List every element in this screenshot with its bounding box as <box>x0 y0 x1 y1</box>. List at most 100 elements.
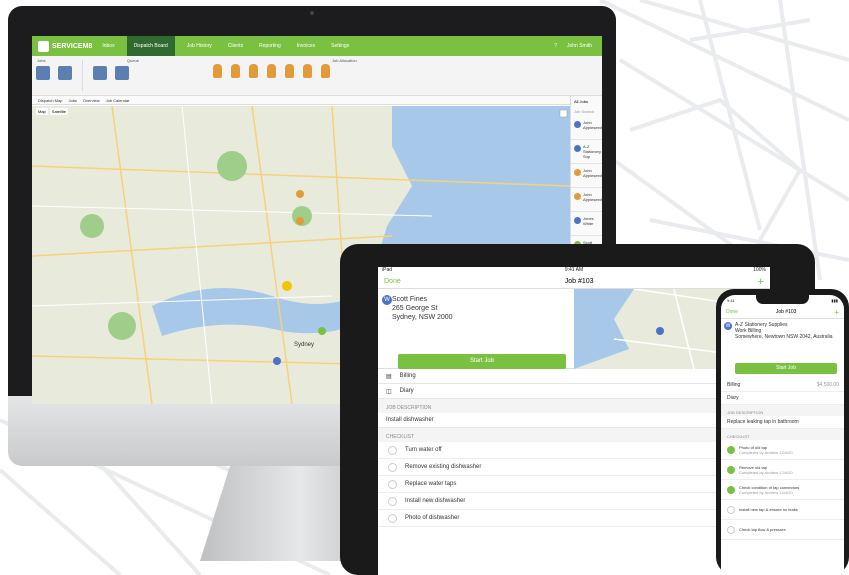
map-mode-satellite[interactable]: Satellite <box>49 108 69 115</box>
section-heading: CHECKLIST <box>721 429 844 440</box>
new-job-button[interactable] <box>36 66 50 80</box>
checkbox-icon[interactable] <box>727 505 735 514</box>
billing-row[interactable]: Billing $4,500.00 <box>721 379 844 392</box>
diary-row[interactable]: ◫ Diary <box>378 384 770 399</box>
start-job-button[interactable]: Start Job <box>735 363 837 374</box>
checklist-item[interactable]: Remove existing dishwasher <box>378 459 770 476</box>
nav-inbox[interactable]: Inbox <box>98 43 118 49</box>
list-item[interactable]: A-Z Stationery Sup <box>571 140 602 164</box>
checklist-item[interactable]: Replace water taps <box>378 476 770 493</box>
nav-reporting[interactable]: Reporting <box>255 43 285 49</box>
staff-avatar[interactable] <box>321 64 330 78</box>
user-menu[interactable]: John Smith <box>567 43 592 49</box>
checkbox-icon[interactable] <box>727 525 735 534</box>
camera <box>310 11 314 15</box>
section-heading: JOB DESCRIPTION <box>721 405 844 416</box>
job-description[interactable]: Replace leaking tap in bathroom <box>721 416 844 429</box>
tab-jobs[interactable]: Jobs <box>68 98 76 103</box>
checklist-item[interactable]: Install new tap & ensure no leaks <box>721 500 844 520</box>
ribbon-section-jobs: Jobs <box>37 58 46 63</box>
view-tabs: Dispatch Map Jobs Overview Job Calendar <box>32 96 602 105</box>
start-job-button[interactable]: Start Job <box>398 354 566 369</box>
list-item[interactable]: John Appleseed <box>571 188 602 212</box>
nav-invoices[interactable]: Invoices <box>293 43 319 49</box>
status-dot <box>574 217 581 224</box>
staff-avatar[interactable] <box>267 64 276 78</box>
check-icon[interactable] <box>727 465 735 474</box>
job-description[interactable]: Install dishwasher <box>378 413 770 428</box>
billing-row[interactable]: ▤ Billing <box>378 369 770 384</box>
diary-icon: ◫ <box>386 388 392 395</box>
ribbon-section-allocation: Job Allocation <box>332 58 357 63</box>
page-title: Job #103 <box>775 309 797 315</box>
check-icon[interactable] <box>727 445 735 454</box>
customer-address: Somewhere, Newtown NSW 2042, Australia <box>735 334 833 340</box>
diary-row[interactable]: Diary <box>721 392 844 405</box>
status-bar: iPad 9:41 AM 100% <box>382 267 766 273</box>
edit-job-button[interactable] <box>58 66 72 80</box>
section-heading: JOB DESCRIPTION <box>378 399 770 413</box>
nav-header: Done Job #103 + <box>721 306 844 319</box>
notch <box>756 295 809 304</box>
checkbox-icon[interactable] <box>388 513 397 523</box>
staff-avatar[interactable] <box>303 64 312 78</box>
status-dot <box>574 145 581 152</box>
nav-job-history[interactable]: Job History <box>183 43 216 49</box>
checkbox-icon[interactable] <box>388 462 397 472</box>
avatar: W <box>382 295 392 305</box>
staff-avatar[interactable] <box>231 64 240 78</box>
list-item[interactable]: John Appleseed <box>571 164 602 188</box>
queue-button[interactable] <box>93 66 107 80</box>
map-type-toggle: Map Satellite <box>36 108 69 115</box>
add-icon[interactable]: + <box>834 308 839 317</box>
check-icon[interactable] <box>727 485 735 494</box>
avatar: W <box>724 322 732 330</box>
billing-icon: ▤ <box>386 373 392 380</box>
iphone-device: 9:41 ▮▮▮ Done Job #103 + W A-Z Stationery… <box>716 289 849 575</box>
checklist-item[interactable]: Remove old tap Completed by Andrew 12/4/2… <box>721 460 844 480</box>
checklist-item[interactable]: Check condition of tap connectors Complet… <box>721 480 844 500</box>
add-icon[interactable]: + <box>758 276 764 288</box>
checklist-item[interactable]: Photo of dishwasher <box>378 510 770 527</box>
list-item[interactable]: John Appleseed <box>571 116 602 140</box>
nav-header: Done Job #103 + <box>378 275 770 289</box>
sidebar-filter[interactable]: All Jobs <box>571 96 602 106</box>
checklist-item[interactable]: Turn water off <box>378 442 770 459</box>
list-item[interactable]: Jones White <box>571 212 602 236</box>
checkbox-icon[interactable] <box>388 479 397 489</box>
map-mode-map[interactable]: Map <box>36 108 48 115</box>
billing-amount: $4,500.00 <box>816 382 839 388</box>
address-line2: Sydney, NSW 2000 <box>392 314 453 321</box>
checkbox-icon[interactable] <box>388 496 397 506</box>
checkbox-icon[interactable] <box>388 445 397 455</box>
staff-avatar[interactable] <box>249 64 258 78</box>
status-dot <box>574 121 581 128</box>
unscheduled-button[interactable] <box>115 66 129 80</box>
status-dot <box>574 193 581 200</box>
logo-icon <box>38 40 49 52</box>
staff-avatar[interactable] <box>213 64 222 78</box>
tablet-app: iPad 9:41 AM 100% Done Job #103 + W Scot… <box>378 267 770 575</box>
tab-dispatch-map[interactable]: Dispatch Map <box>38 98 62 103</box>
staff-avatar[interactable] <box>285 64 294 78</box>
checklist-item[interactable]: Install new dishwasher <box>378 493 770 510</box>
phone-app: 9:41 ▮▮▮ Done Job #103 + W A-Z Stationery… <box>721 295 844 575</box>
nav-settings[interactable]: Settings <box>327 43 353 49</box>
nav-dispatch-board[interactable]: Dispatch Board <box>126 36 175 56</box>
done-button[interactable]: Done <box>384 278 401 285</box>
checklist-item[interactable]: Check tap flow & pressure <box>721 520 844 540</box>
tab-overview[interactable]: Overview <box>83 98 100 103</box>
done-button[interactable]: Done <box>726 309 738 315</box>
checklist-item[interactable]: Photo of old tap Completed by Andrew 12/4… <box>721 440 844 460</box>
main-nav: Inbox Dispatch Board Job History Clients… <box>98 36 353 56</box>
brand-logo[interactable]: SERVICEM8 <box>32 40 98 52</box>
staff-list <box>213 64 330 95</box>
help-icon[interactable]: ? <box>554 43 557 49</box>
nav-clients[interactable]: Clients <box>224 43 247 49</box>
address-line1: 265 George St <box>392 305 438 312</box>
status-dot <box>574 169 581 176</box>
ribbon-section-queue: Queue <box>127 58 140 63</box>
sidebar-heading: Job Search <box>574 109 595 114</box>
customer-name[interactable]: Scott Fines <box>392 295 453 304</box>
tab-job-calendar[interactable]: Job Calendar <box>106 98 130 103</box>
